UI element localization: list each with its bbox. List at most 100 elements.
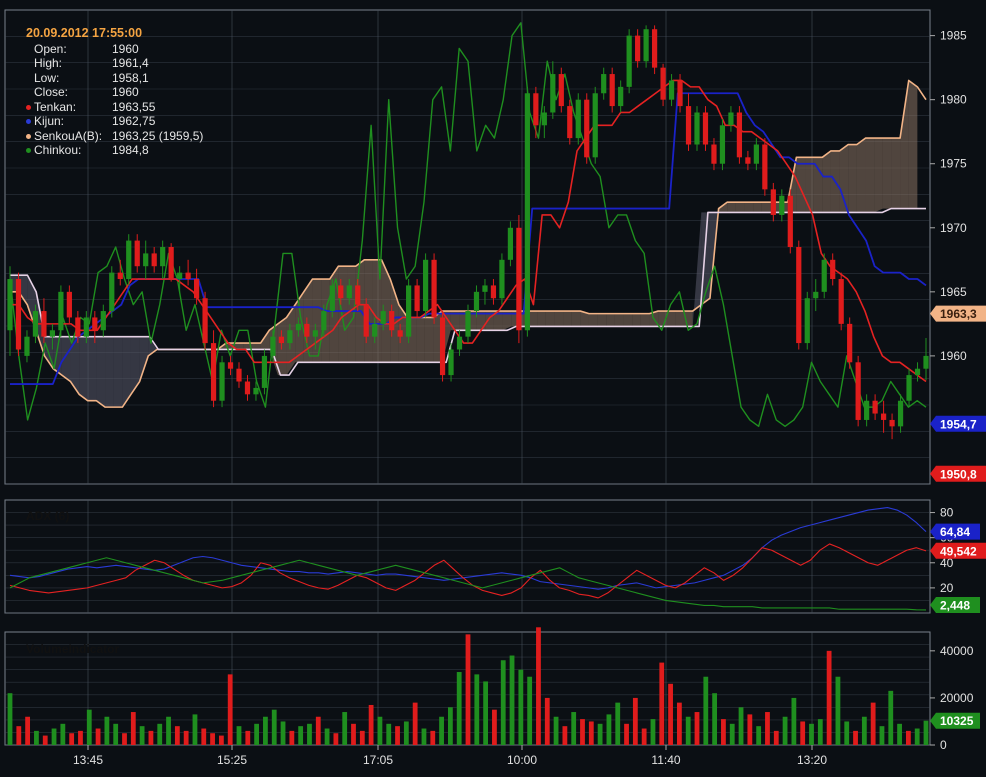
volume-bar [439,716,444,745]
cloud-segment [554,311,564,327]
adx-panel-label: ADX (6) [26,509,69,523]
volume-bar [456,672,462,745]
volume-bar [421,728,427,745]
candle-body [626,35,632,87]
candle-body [151,253,157,267]
legend-key: Open: [26,42,112,57]
price-badge-label: 64,84 [940,525,970,539]
legend-key-text: Close: [34,85,69,99]
candle-body [312,330,318,337]
legend-key-text: Chinkou: [34,143,82,157]
volume-bar [218,735,224,745]
volume-bar [641,728,647,745]
trading-chart[interactable]: 1960196519701975198019852040608002000040… [0,0,986,772]
volume-bar [104,716,110,745]
volume-bar [289,730,295,745]
volume-bar [95,728,101,745]
cloud-segment [805,157,814,213]
candle-body [499,259,505,299]
y-tick-label: 20 [940,581,954,595]
volume-bar [465,634,471,745]
volume-bar [183,730,189,745]
candle-body [685,106,692,145]
cloud-segment [632,313,641,327]
cloud-segment [623,313,633,327]
candle-body [202,298,208,344]
volume-bar [492,709,497,745]
candle-body [58,291,64,331]
volume-bar [236,726,242,745]
cloud-segment [87,336,97,401]
volume-bar [615,702,621,745]
candle-body [550,74,556,113]
y-tick-label: 1985 [940,29,967,43]
candle-body [821,259,827,292]
volume-bar [870,702,876,745]
candle-body [160,247,166,267]
candle-body [787,195,793,247]
volume-bar [139,726,145,745]
candle-body [32,311,39,337]
price-badge-label: 1963,3 [940,307,977,321]
volume-bar [897,723,902,745]
candle-body [134,240,140,267]
candle-body [618,86,624,107]
volume-bar [632,697,638,745]
volume-bar [201,728,207,745]
cloud-segment [79,336,88,401]
legend-key: Tenkan: [26,100,112,115]
candle-body [109,272,115,312]
candle-body [177,272,183,280]
legend-key: Low: [26,71,112,86]
candle-body [227,362,234,369]
candle-body [507,227,514,260]
candle-body [363,304,369,337]
timestamp: 20.09.2012 17:55:00 [26,26,143,40]
candle-body [864,400,870,420]
candle-body [321,311,327,331]
volume-bar [368,704,374,745]
candle-body [422,259,429,312]
volume-bar [879,726,885,745]
candle-body [75,317,81,337]
cloud-segment [865,138,875,213]
candle-body [448,349,454,376]
candle-body [804,298,810,344]
candle-body [651,29,658,68]
candle-body [813,291,819,299]
y-tick-label: 40000 [940,644,974,658]
volume-bar [738,707,744,745]
volume-bar [905,730,911,745]
candle-body [779,195,785,215]
candle-body [465,311,471,337]
cloud-segment [105,336,114,408]
volume-bar [359,730,365,745]
candle-body [431,259,437,318]
volume-bar [509,655,515,745]
volume-bar [756,726,762,745]
volume-bar [536,627,541,745]
legend-value: 1960 [112,41,139,56]
legend-row: Tenkan: 1963,55 [26,100,203,115]
candle-body [193,279,200,299]
volume-bar [518,669,524,745]
volume-bar [747,714,753,745]
legend-row: High: 1961,4 [26,56,203,71]
volume-bar [377,716,383,745]
candle-body [830,259,836,280]
legend-key-text: SenkouA(B): [34,128,103,143]
volume-bar [174,726,180,745]
volume-bar [386,723,392,745]
cloud-segment [856,138,866,213]
cloud-segment [848,144,857,213]
candle-body [372,323,378,337]
candle-body [126,240,132,280]
volume-bar [597,723,603,745]
volume-bar [800,721,806,745]
volume-bar [500,660,506,745]
candle-body [406,285,412,337]
candle-body [668,80,675,100]
legend-key: SenkouA(B): [26,129,112,144]
cloud-segment [891,138,901,209]
candle-body [346,285,352,299]
